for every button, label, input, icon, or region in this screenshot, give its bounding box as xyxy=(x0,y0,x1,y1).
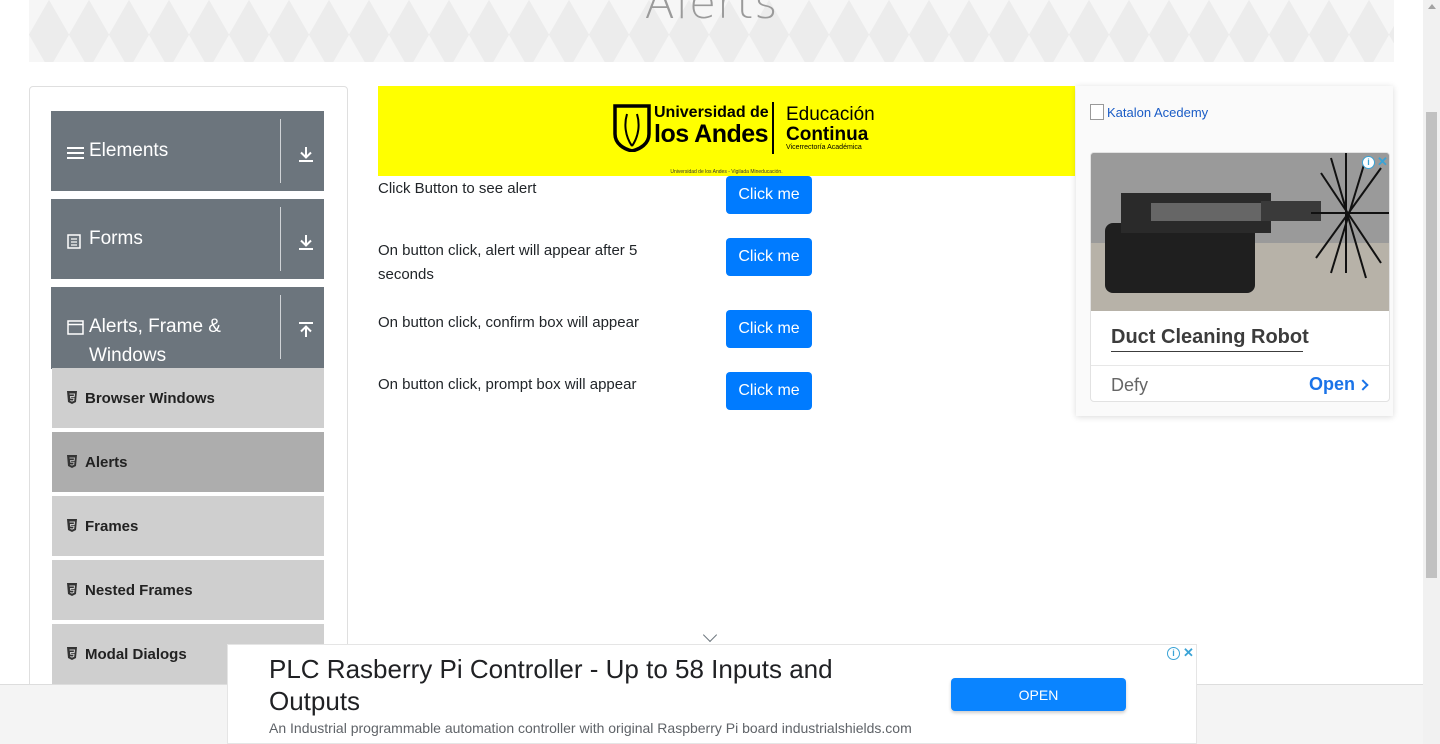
banner-small-text: Universidad de los Andes - Vigilada Mine… xyxy=(670,169,783,175)
ad-image-link[interactable]: Katalon Acedemy xyxy=(1090,104,1208,120)
upload-arrow-icon xyxy=(299,322,313,337)
divider xyxy=(280,295,281,359)
prompt-button[interactable]: Click me xyxy=(726,372,812,410)
download-arrow-icon xyxy=(299,147,313,162)
html5-icon xyxy=(67,647,77,660)
robot-image xyxy=(1091,153,1389,311)
chevron-right-icon xyxy=(1357,379,1369,391)
divider xyxy=(280,207,281,271)
document-icon xyxy=(67,234,81,249)
html5-icon xyxy=(67,583,77,596)
bottom-ad-open-button[interactable]: OPEN xyxy=(951,678,1126,711)
download-arrow-icon xyxy=(299,235,313,250)
shield-icon xyxy=(613,104,651,152)
html5-icon xyxy=(67,391,77,404)
ad-title-underline xyxy=(1111,351,1303,352)
adchoices-icon[interactable]: i xyxy=(1167,647,1180,660)
adchoices-icon[interactable]: i xyxy=(1362,156,1375,169)
sidebar-item-label: Modal Dialogs xyxy=(85,646,187,663)
ad-source: Defy xyxy=(1111,375,1149,395)
ad-link-text: Katalon Acedemy xyxy=(1107,104,1209,120)
sidebar-item-label: Browser Windows xyxy=(85,390,215,407)
logo-divider xyxy=(772,102,774,154)
timer-alert-button[interactable]: Click me xyxy=(726,238,812,276)
scrollbar-thumb[interactable] xyxy=(1426,112,1437,578)
sidebar-group-alerts-frame-windows[interactable]: Alerts, Frame & Windows xyxy=(51,287,324,369)
ad-product-image: i ✕ xyxy=(1091,153,1389,311)
ad-title[interactable]: Duct Cleaning Robot xyxy=(1111,326,1309,349)
ad-open-button[interactable]: Open xyxy=(1309,374,1355,395)
menu-icon xyxy=(67,147,84,159)
sidebar-item-nested-frames[interactable]: Nested Frames xyxy=(52,560,324,622)
divider xyxy=(1091,365,1389,366)
prompt-row-text: On button click, prompt box will appear xyxy=(378,376,637,393)
bottom-ad-title[interactable]: PLC Rasberry Pi Controller - Up to 58 In… xyxy=(269,653,909,717)
logo-text: los Andes xyxy=(654,120,769,148)
sidebar-group-label: Forms xyxy=(89,228,143,249)
page-header-banner: Alerts xyxy=(29,0,1394,62)
sidebar-item-label: Alerts xyxy=(85,454,128,471)
logo-text: Continua xyxy=(786,124,869,145)
bottom-ad-description: An Industrial programmable automation co… xyxy=(269,720,912,736)
logo-text: Educación xyxy=(786,104,875,125)
sidebar-item-label: Nested Frames xyxy=(85,582,193,599)
university-logo: Universidad de los Andes Educación Conti… xyxy=(612,102,875,156)
page-title: Alerts xyxy=(644,0,779,29)
sidebar-item-alerts[interactable]: Alerts xyxy=(52,432,324,494)
sidebar-item-label: Frames xyxy=(85,518,139,535)
alert-button[interactable]: Click me xyxy=(726,176,812,214)
sidebar-group-label: Elements xyxy=(89,140,169,161)
sidebar-group-forms[interactable]: Forms xyxy=(51,199,324,279)
divider xyxy=(280,119,281,183)
sidebar-advertisement: Katalon Acedemy i ✕ Duct Cleaning Robot … xyxy=(1076,86,1393,416)
sidebar-group-elements[interactable]: Elements xyxy=(51,111,324,191)
sidebar-group-label: Alerts, Frame & Windows xyxy=(89,316,221,366)
html5-icon xyxy=(67,455,77,468)
timer-alert-row-text: On button click, alert will appear after… xyxy=(378,242,638,283)
advertisement-banner[interactable]: Universidad de los Andes Educación Conti… xyxy=(378,86,1075,176)
confirm-row-text: On button click, confirm box will appear xyxy=(378,314,639,331)
sidebar-item-frames[interactable]: Frames xyxy=(52,496,324,558)
chevron-down-icon[interactable] xyxy=(702,627,718,643)
close-icon[interactable]: ✕ xyxy=(1182,646,1195,660)
confirm-button[interactable]: Click me xyxy=(726,310,812,348)
sidebar-item-browser-windows[interactable]: Browser Windows xyxy=(52,368,324,430)
alert-row-text: Click Button to see alert xyxy=(378,180,537,197)
broken-image-icon xyxy=(1090,104,1104,120)
ad-card[interactable]: i ✕ Duct Cleaning Robot Defy Open xyxy=(1090,152,1390,402)
page-scrollbar[interactable] xyxy=(1423,0,1440,744)
logo-text: Vicerrectoría Académica xyxy=(786,144,862,151)
close-icon[interactable]: ✕ xyxy=(1376,155,1389,169)
scroll-up-arrow-icon[interactable] xyxy=(1428,4,1436,9)
window-icon xyxy=(67,320,84,335)
bottom-advertisement[interactable]: PLC Rasberry Pi Controller - Up to 58 In… xyxy=(227,644,1197,744)
html5-icon xyxy=(67,519,77,532)
